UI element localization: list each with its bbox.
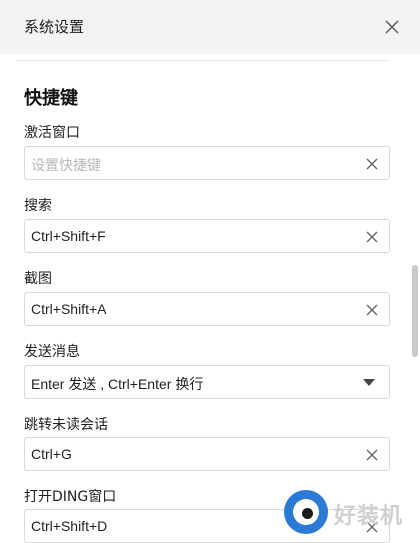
shortcut-label-search: 搜索 [24,198,52,214]
clear-icon[interactable] [365,302,379,316]
shortcut-value: Ctrl+G [31,446,72,462]
shortcut-field-screenshot[interactable]: Ctrl+Shift+A [24,292,390,326]
shortcut-label-jump-unread: 跳转未读会话 [24,417,108,433]
shortcut-field-activate-window[interactable]: 设置快捷键 [24,146,390,180]
send-message-select[interactable]: Enter 发送 , Ctrl+Enter 换行 [24,365,390,399]
shortcut-label-activate-window: 激活窗口 [24,125,80,141]
shortcut-field-jump-unread[interactable]: Ctrl+G [24,437,390,471]
shortcut-value: Ctrl+Shift+F [31,228,106,244]
close-icon[interactable] [382,17,402,37]
window-title: 系统设置 [24,18,85,36]
shortcut-label-screenshot: 截图 [24,271,52,287]
watermark-logo-icon [284,490,328,534]
select-value: Enter 发送 , Ctrl+Enter 换行 [31,376,204,392]
clear-icon[interactable] [365,447,379,461]
shortcut-placeholder: 设置快捷键 [31,157,101,173]
section-title: 快捷键 [24,88,78,109]
clear-icon[interactable] [365,229,379,243]
watermark: 好装机 [282,488,420,540]
caret-down-icon[interactable] [363,379,375,386]
scrollbar-thumb[interactable] [412,265,418,357]
shortcut-value: Ctrl+Shift+A [31,301,107,317]
watermark-text: 好装机 [334,504,404,529]
shortcut-label-open-ding: 打开DING窗口 [24,489,117,505]
title-bar: 系统设置 [0,0,420,54]
shortcut-field-search[interactable]: Ctrl+Shift+F [24,219,390,253]
divider [16,60,388,61]
shortcut-label-send-message: 发送消息 [24,344,80,360]
clear-icon[interactable] [365,156,379,170]
shortcut-value: Ctrl+Shift+D [31,518,108,534]
